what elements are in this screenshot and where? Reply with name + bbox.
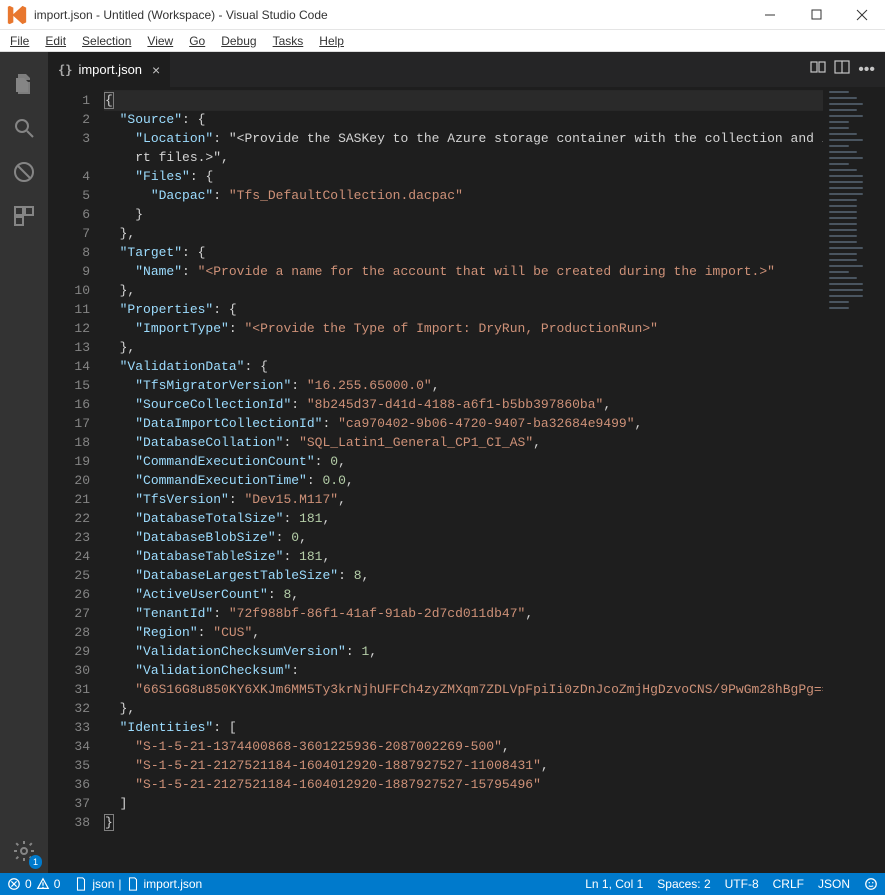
vscode-logo-icon [6,4,28,26]
window-titlebar: import.json - Untitled (Workspace) - Vis… [0,0,885,30]
warning-icon [36,877,50,891]
status-problems[interactable]: 0 0 [0,873,67,895]
close-icon[interactable]: × [152,62,160,78]
menu-view[interactable]: View [139,32,181,50]
status-eol[interactable]: CRLF [766,873,811,895]
editor-toolbar: ••• [810,52,885,87]
menu-selection[interactable]: Selection [74,32,139,50]
minimap[interactable] [823,87,871,873]
window-title: import.json - Untitled (Workspace) - Vis… [34,8,747,22]
menu-tasks[interactable]: Tasks [265,32,312,50]
tab-import-json[interactable]: {} import.json × [48,52,171,87]
status-lang[interactable]: JSON [811,873,857,895]
menu-help[interactable]: Help [311,32,352,50]
activity-explorer[interactable] [0,62,48,106]
status-feedback[interactable] [857,873,885,895]
window-maximize-button[interactable] [793,0,839,30]
status-ln-col[interactable]: Ln 1, Col 1 [578,873,650,895]
file-icon [126,877,140,891]
smiley-icon [864,877,878,891]
status-indent[interactable]: Spaces: 2 [650,873,717,895]
file-icon [74,877,88,891]
json-file-icon: {} [58,63,72,77]
menu-bar: File Edit Selection View Go Debug Tasks … [0,30,885,52]
activity-extensions[interactable] [0,194,48,238]
code-editor[interactable]: 1234567891011121314151617181920212223242… [48,87,885,873]
menu-debug[interactable]: Debug [213,32,264,50]
activity-search[interactable] [0,106,48,150]
activity-settings[interactable]: 1 [0,829,48,873]
activity-debug[interactable] [0,150,48,194]
window-close-button[interactable] [839,0,885,30]
editor-group: {} import.json × ••• 1234567891011121314… [48,52,885,873]
menu-edit[interactable]: Edit [37,32,74,50]
menu-file[interactable]: File [2,32,37,50]
tab-label: import.json [78,62,142,77]
activity-bar: 1 [0,52,48,873]
more-icon[interactable]: ••• [858,61,875,79]
settings-badge: 1 [29,855,42,869]
status-bar: 0 0 json | import.json Ln 1, Col 1 Space… [0,873,885,895]
code-area[interactable]: { "Source": { "Location": "<Provide the … [104,87,823,873]
split-editor-icon[interactable] [834,59,850,80]
compare-icon[interactable] [810,59,826,80]
status-encoding[interactable]: UTF-8 [718,873,766,895]
menu-go[interactable]: Go [181,32,213,50]
status-path[interactable]: json | import.json [67,873,209,895]
line-gutter: 1234567891011121314151617181920212223242… [48,87,104,873]
tab-bar: {} import.json × ••• [48,52,885,87]
window-minimize-button[interactable] [747,0,793,30]
error-icon [7,877,21,891]
vertical-scrollbar[interactable] [871,87,885,873]
